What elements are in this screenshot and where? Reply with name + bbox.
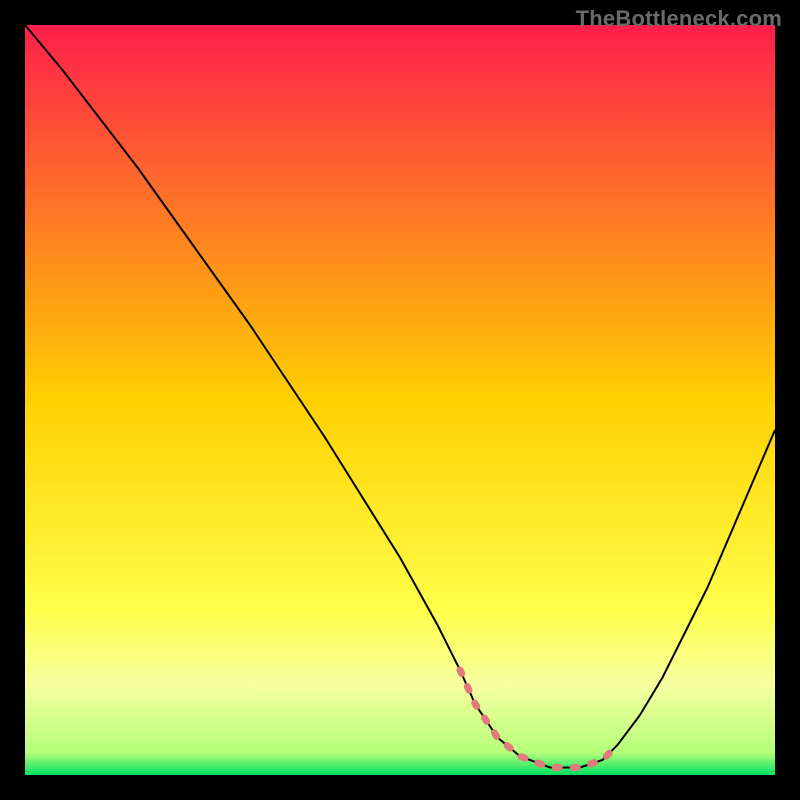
watermark-text: TheBottleneck.com [576,6,782,32]
chart-svg [25,25,775,775]
chart-background-gradient [25,25,775,775]
chart-plot-area [25,25,775,775]
